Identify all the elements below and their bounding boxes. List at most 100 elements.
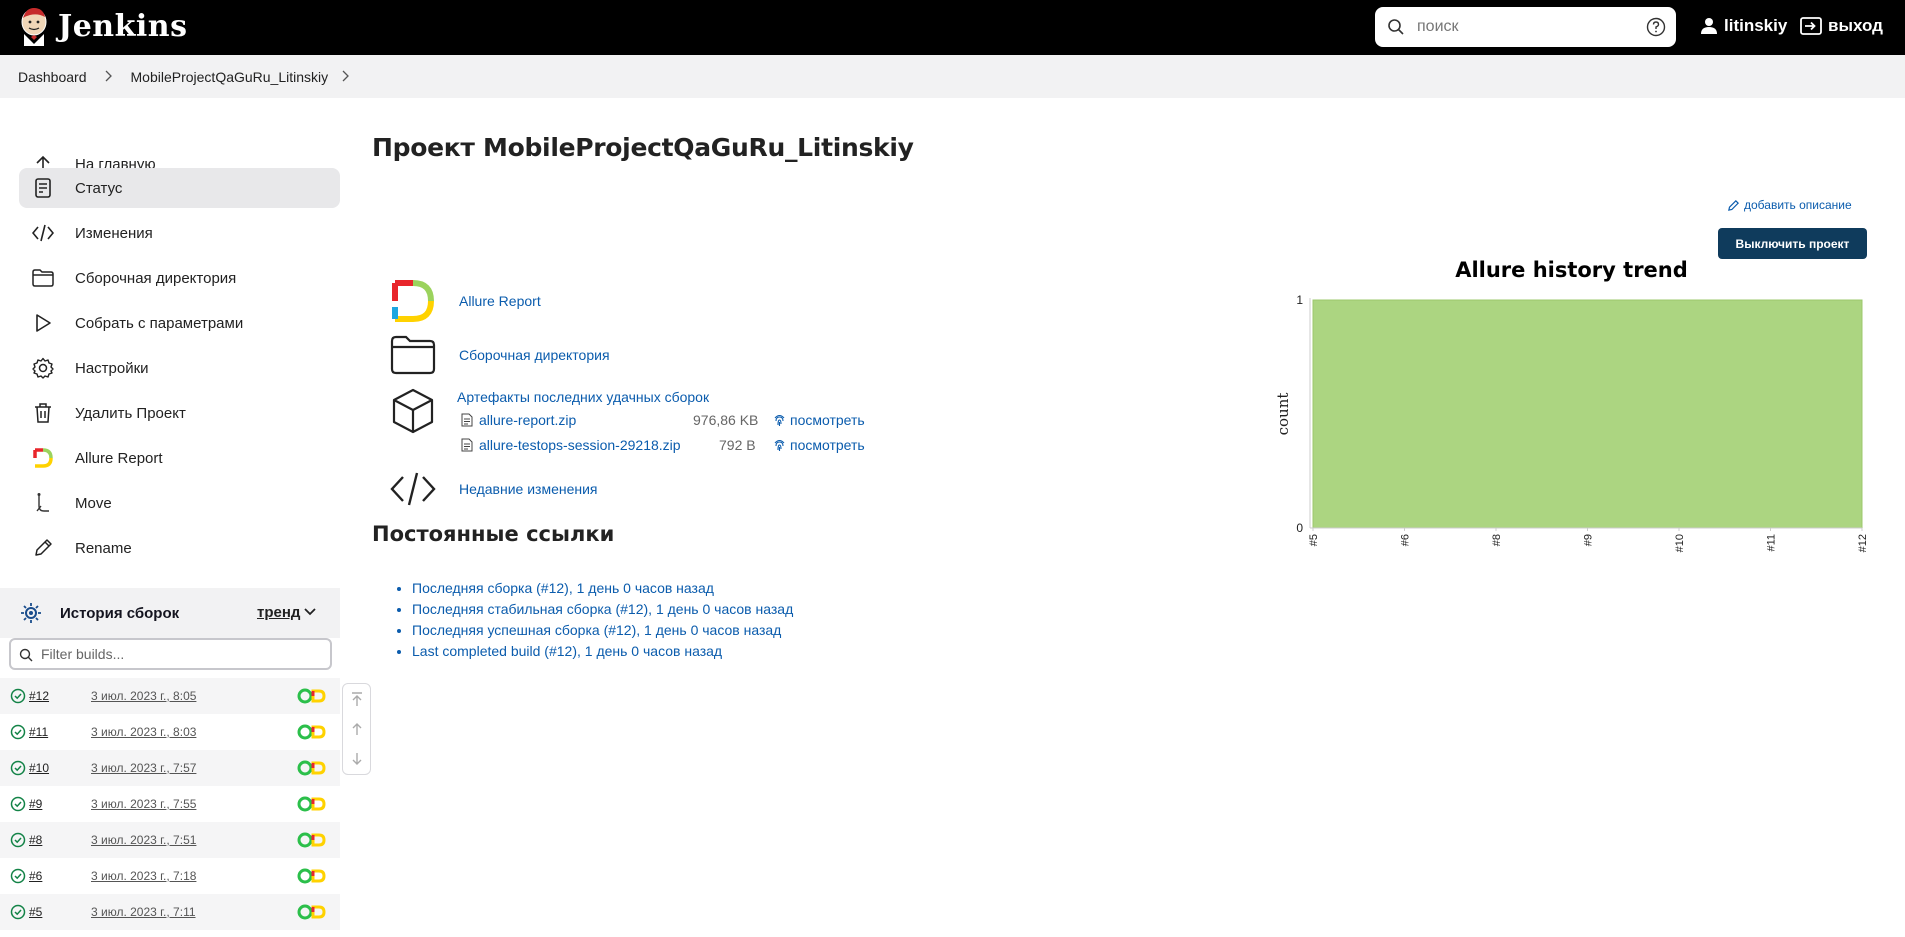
chart-x-tick-label: #9 bbox=[1583, 534, 1595, 546]
permalink-last-stable[interactable]: Последняя стабильная сборка (#12), 1 ден… bbox=[412, 601, 793, 617]
artifacts-row bbox=[389, 387, 459, 435]
page-up-button[interactable] bbox=[343, 714, 370, 744]
permalink-item: Последняя стабильная сборка (#12), 1 ден… bbox=[412, 599, 793, 620]
logout-link[interactable]: выход bbox=[1800, 16, 1883, 36]
build-row: #8 3 июл. 2023 г., 7:51 bbox=[0, 822, 340, 858]
top-header: Jenkins litinskiy выход bbox=[0, 0, 1905, 55]
allure-badge-icon[interactable] bbox=[297, 760, 327, 776]
breadcrumb-project[interactable]: MobileProjectQaGuRu_Litinskiy bbox=[131, 69, 329, 85]
build-date-link[interactable]: 3 июл. 2023 г., 8:05 bbox=[91, 689, 196, 703]
sidebar-item-status[interactable]: Статус bbox=[19, 168, 340, 208]
build-history-pager bbox=[342, 683, 371, 775]
fingerprint-icon bbox=[774, 414, 785, 426]
sidebar-item-workspace[interactable]: Сборочная директория bbox=[19, 258, 340, 298]
build-row: #6 3 июл. 2023 г., 7:18 bbox=[0, 858, 340, 894]
permalink-last-completed[interactable]: Last completed build (#12), 1 день 0 час… bbox=[412, 643, 722, 659]
recent-changes-row: Недавние изменения bbox=[389, 465, 598, 513]
build-date-link[interactable]: 3 июл. 2023 г., 7:51 bbox=[91, 833, 196, 847]
arrow-to-top-icon bbox=[351, 692, 362, 706]
artifact-view-label: посмотреть bbox=[790, 412, 865, 428]
folder-icon bbox=[389, 331, 437, 379]
sidebar-item-build-with-params[interactable]: Собрать с параметрами bbox=[19, 303, 340, 343]
build-date-link[interactable]: 3 июл. 2023 г., 7:55 bbox=[91, 797, 196, 811]
disable-project-button[interactable]: Выключить проект bbox=[1718, 228, 1867, 259]
arrow-down-icon bbox=[352, 753, 361, 765]
sidebar-item-label: Удалить Проект bbox=[75, 404, 186, 422]
allure-trend-chart[interactable]: Allure history trend 0 1 #5 #6 #8 #9 #10 #11 #12… bbox=[1270, 258, 1870, 568]
build-history-header: История сборок тренд bbox=[0, 588, 340, 638]
package-icon bbox=[389, 387, 437, 435]
allure-badge-icon[interactable] bbox=[297, 904, 327, 920]
logout-label: выход bbox=[1828, 16, 1883, 35]
chart-x-tick-label: #8 bbox=[1491, 534, 1503, 546]
sidebar-item-label: Изменения bbox=[75, 224, 153, 242]
artifact-file-link[interactable]: allure-testops-session-29218.zip bbox=[479, 437, 681, 453]
sidebar-item-move[interactable]: Move bbox=[19, 483, 340, 523]
trend-link[interactable]: тренд bbox=[257, 604, 300, 621]
chart-area-series-0 bbox=[1312, 299, 1863, 529]
build-number-link[interactable]: #9 bbox=[29, 797, 42, 811]
chart-x-tick-label: #5 bbox=[1308, 534, 1320, 546]
build-number-link[interactable]: #10 bbox=[29, 761, 49, 775]
build-number-link[interactable]: #5 bbox=[29, 905, 42, 919]
build-date-link[interactable]: 3 июл. 2023 г., 7:18 bbox=[91, 869, 196, 883]
page-top-button[interactable] bbox=[343, 684, 370, 714]
search-input[interactable] bbox=[1417, 18, 1637, 36]
fingerprint-icon bbox=[774, 439, 785, 451]
allure-badge-icon[interactable] bbox=[297, 832, 327, 848]
workspace-link[interactable]: Сборочная директория bbox=[459, 347, 610, 363]
permalink-last-successful[interactable]: Последняя успешная сборка (#12), 1 день … bbox=[412, 622, 781, 638]
help-icon[interactable] bbox=[1646, 17, 1666, 37]
chart-x-tick-label: #10 bbox=[1674, 534, 1686, 552]
recent-changes-link[interactable]: Недавние изменения bbox=[459, 481, 598, 497]
breadcrumb-dashboard[interactable]: Dashboard bbox=[18, 69, 87, 85]
success-check-icon bbox=[10, 904, 26, 920]
filter-builds-box[interactable] bbox=[9, 638, 332, 670]
user-menu[interactable]: litinskiy bbox=[1700, 16, 1787, 36]
build-row: #9 3 июл. 2023 г., 7:55 bbox=[0, 786, 340, 822]
build-date-link[interactable]: 3 июл. 2023 г., 7:57 bbox=[91, 761, 196, 775]
chart-canvas: 0 1 #5 #6 #8 #9 #10 #11 #12 count bbox=[1274, 293, 1869, 552]
search-icon bbox=[19, 648, 33, 662]
build-row: #11 3 июл. 2023 г., 8:03 bbox=[0, 714, 340, 750]
search-box[interactable] bbox=[1375, 7, 1676, 47]
artifacts-link[interactable]: Артефакты последних удачных сборок bbox=[457, 389, 709, 405]
artifact-file-link[interactable]: allure-report.zip bbox=[479, 412, 576, 428]
sidebar-item-rename[interactable]: Rename bbox=[19, 528, 340, 568]
chevron-down-icon[interactable] bbox=[303, 605, 317, 619]
build-date-link[interactable]: 3 июл. 2023 г., 8:03 bbox=[91, 725, 196, 739]
sidebar-item-changes[interactable]: Изменения bbox=[19, 213, 340, 253]
allure-badge-icon[interactable] bbox=[297, 868, 327, 884]
logout-icon bbox=[1800, 17, 1822, 35]
pencil-icon bbox=[1728, 199, 1739, 211]
build-number-link[interactable]: #12 bbox=[29, 689, 49, 703]
sidebar-item-allure-report[interactable]: Allure Report bbox=[19, 438, 340, 478]
allure-badge-icon[interactable] bbox=[297, 688, 327, 704]
artifact-view-link[interactable]: посмотреть bbox=[773, 412, 865, 428]
jenkins-logo[interactable]: Jenkins bbox=[18, 6, 187, 46]
add-description-label: добавить описание bbox=[1744, 198, 1852, 212]
build-number-link[interactable]: #6 bbox=[29, 869, 42, 883]
permalink-last-build[interactable]: Последняя сборка (#12), 1 день 0 часов н… bbox=[412, 580, 714, 596]
permalinks-title: Постоянные ссылки bbox=[372, 522, 615, 546]
build-date-link[interactable]: 3 июл. 2023 г., 7:11 bbox=[91, 905, 196, 919]
page-down-button[interactable] bbox=[343, 744, 370, 774]
file-icon bbox=[461, 438, 473, 452]
add-description-link[interactable]: добавить описание bbox=[1727, 198, 1852, 212]
build-number-link[interactable]: #11 bbox=[29, 725, 48, 739]
sidebar-item-settings[interactable]: Настройки bbox=[19, 348, 340, 388]
allure-badge-icon[interactable] bbox=[297, 796, 327, 812]
filter-builds-input[interactable] bbox=[41, 646, 311, 662]
chart-y-tick-label: 0 bbox=[1296, 521, 1303, 535]
allure-badge-icon[interactable] bbox=[297, 724, 327, 740]
code-icon bbox=[29, 219, 57, 247]
build-number-link[interactable]: #8 bbox=[29, 833, 42, 847]
move-icon bbox=[29, 489, 57, 517]
sidebar: На главную Статус Изменения Сборочная ди… bbox=[0, 98, 340, 937]
sidebar-item-delete-project[interactable]: Удалить Проект bbox=[19, 393, 340, 433]
chevron-right-icon[interactable] bbox=[342, 69, 350, 85]
allure-report-link[interactable]: Allure Report bbox=[459, 293, 541, 309]
permalink-item: Последняя сборка (#12), 1 день 0 часов н… bbox=[412, 578, 793, 599]
artifact-view-link[interactable]: посмотреть bbox=[773, 437, 865, 453]
permalink-item: Last completed build (#12), 1 день 0 час… bbox=[412, 641, 793, 662]
